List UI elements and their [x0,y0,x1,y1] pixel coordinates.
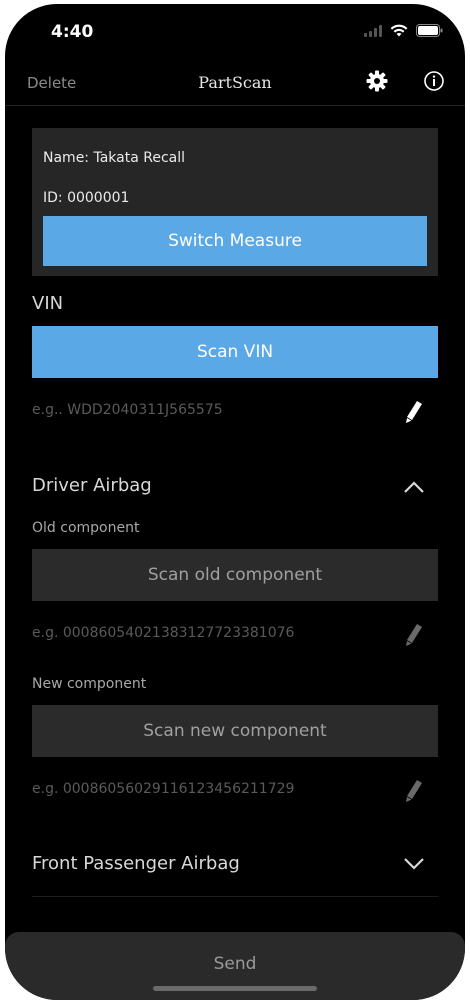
scan-old-component-button[interactable]: Scan old component [32,549,438,601]
new-component-input[interactable]: e.g. 00086056029116123456211729 [32,781,294,797]
vin-label: VIN [32,293,64,314]
old-component-label: Old component [32,520,140,536]
navigation-bar: Delete PartScan [5,60,465,106]
old-component-input[interactable]: e.g. 00086054021383127723381076 [32,625,294,641]
pencil-icon[interactable] [403,779,423,803]
home-indicator [153,986,317,991]
switch-measure-button[interactable]: Switch Measure [43,216,427,266]
wifi-icon [390,24,408,37]
status-time: 4:40 [51,22,94,42]
info-icon[interactable] [423,70,445,92]
send-label: Send [213,954,257,974]
measure-id: ID: 0000001 [43,190,130,206]
scan-new-component-button[interactable]: Scan new component [32,705,438,757]
new-component-label: New component [32,676,147,692]
driver-airbag-title[interactable]: Driver Airbag [32,475,152,496]
measure-card: Name: Takata Recall ID: 0000001 Switch M… [32,128,438,276]
gear-icon[interactable] [365,69,389,93]
pencil-icon[interactable] [403,623,423,647]
front-passenger-airbag-title[interactable]: Front Passenger Airbag [32,853,240,874]
chevron-up-icon[interactable] [403,480,425,494]
measure-name: Name: Takata Recall [43,150,186,166]
phone-screen: 4:40 Delete PartScan Name: Takata Recall… [5,4,465,1000]
battery-icon [416,24,443,37]
status-icons [364,24,443,37]
pencil-icon[interactable] [403,400,423,424]
scan-vin-button[interactable]: Scan VIN [32,326,438,378]
chevron-down-icon[interactable] [403,857,425,871]
page-title: PartScan [198,73,272,92]
section-divider [32,896,438,897]
vin-input[interactable]: e.g.. WDD2040311J565575 [32,402,223,418]
signal-icon [364,24,382,37]
